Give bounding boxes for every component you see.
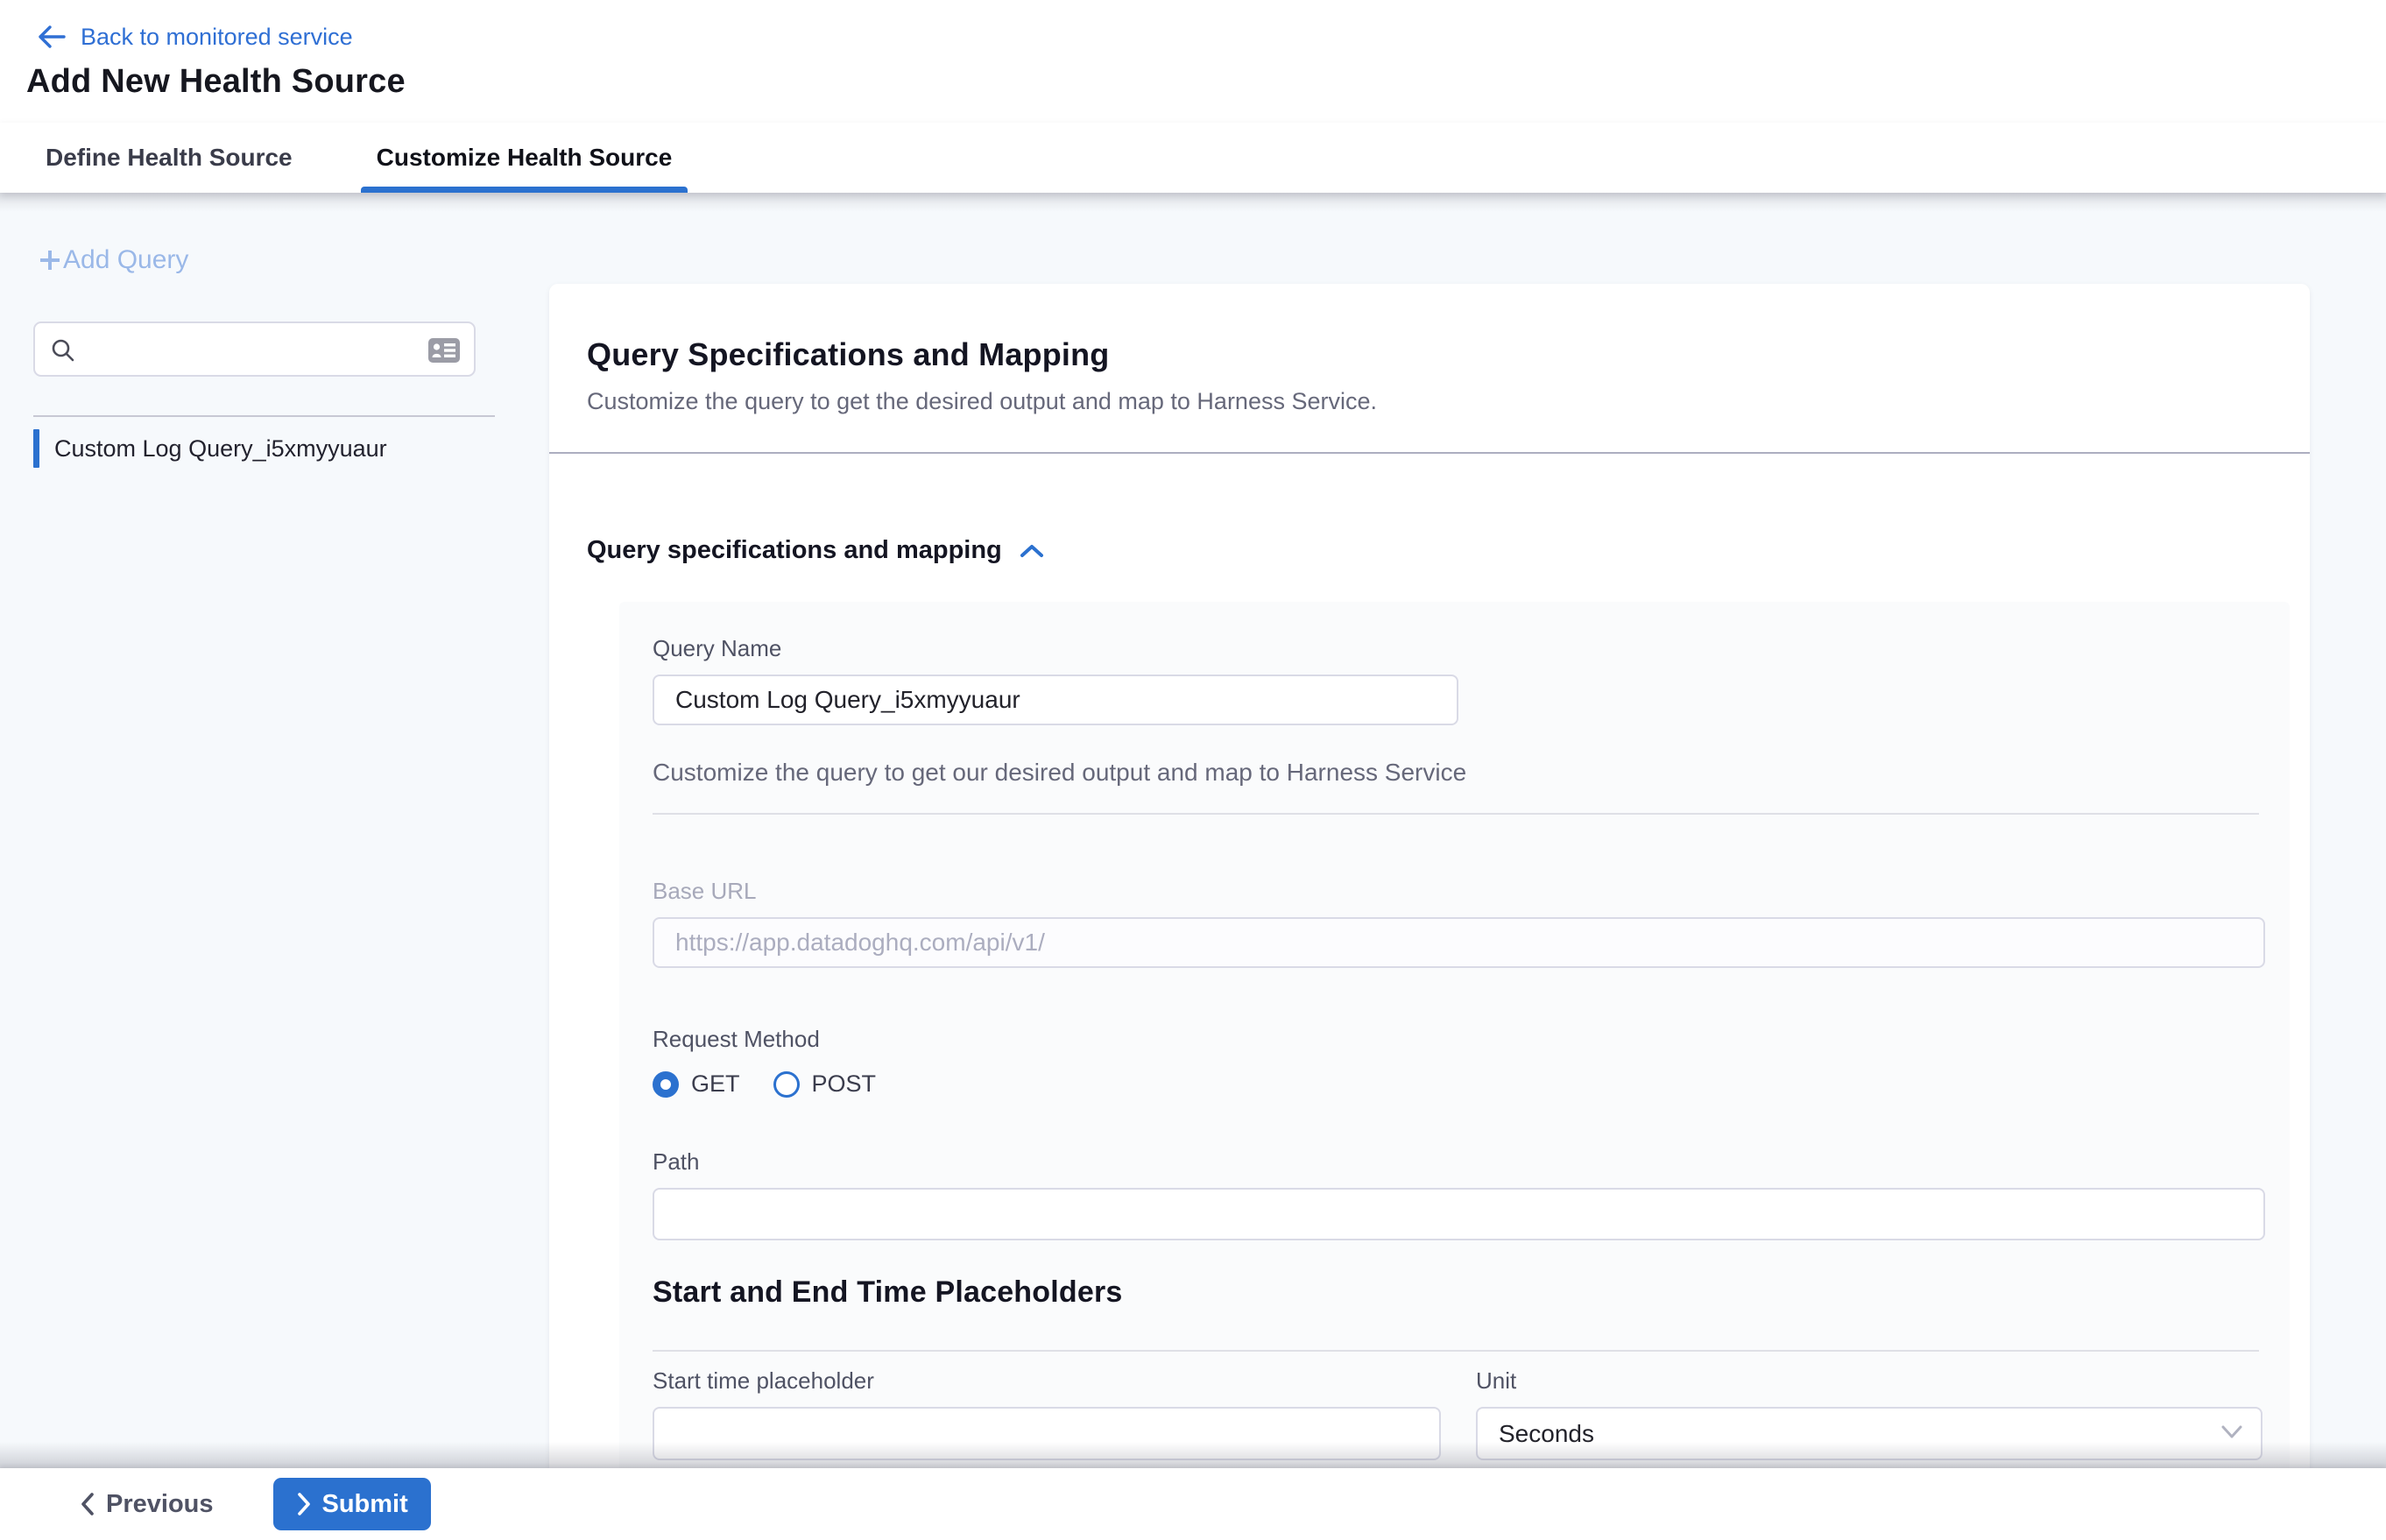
tab-customize-health-source[interactable]: Customize Health Source xyxy=(377,123,673,193)
card-title: Query Specifications and Mapping xyxy=(587,336,2310,373)
radio-get-label: GET xyxy=(691,1070,740,1098)
request-method-label: Request Method xyxy=(653,1026,2264,1053)
tab-define-health-source[interactable]: Define Health Source xyxy=(46,123,293,193)
request-method-options: GET POST xyxy=(653,1070,2264,1098)
add-health-source-screen: Back to monitored service Add New Health… xyxy=(0,0,2386,1540)
card-list-icon[interactable] xyxy=(427,337,461,368)
main-panel: Query Specifications and Mapping Customi… xyxy=(549,193,2386,1468)
query-spec-form: Query Name Customize the query to get ou… xyxy=(619,602,2290,1468)
query-item-label: Custom Log Query_i5xmyyuaur xyxy=(54,435,387,463)
form-divider xyxy=(653,1350,2259,1352)
radio-option-post[interactable]: POST xyxy=(773,1070,877,1098)
query-name-input[interactable] xyxy=(653,675,1458,725)
arrow-left-icon xyxy=(37,24,67,50)
placeholders-heading: Start and End Time Placeholders xyxy=(653,1275,2264,1310)
path-input[interactable] xyxy=(653,1188,2265,1240)
back-link-label: Back to monitored service xyxy=(81,24,353,51)
add-query-label: Add Query xyxy=(63,245,188,275)
previous-button[interactable]: Previous xyxy=(69,1478,224,1530)
query-search-box xyxy=(33,321,476,377)
back-link[interactable]: Back to monitored service xyxy=(37,18,353,56)
start-time-field: Start time placeholder xyxy=(653,1367,1441,1460)
card-body: Query specifications and mapping Query N… xyxy=(549,454,2310,1468)
page-title: Add New Health Source xyxy=(26,63,2386,101)
form-divider xyxy=(653,813,2259,815)
request-method-field: Request Method GET POST xyxy=(653,1026,2264,1098)
collapse-section-label: Query specifications and mapping xyxy=(587,536,1002,565)
radio-post-control[interactable] xyxy=(773,1071,800,1098)
add-query-button[interactable]: Add Query xyxy=(37,245,188,275)
collapse-toggle[interactable]: Query specifications and mapping xyxy=(587,536,1044,565)
submit-button-label: Submit xyxy=(322,1490,408,1519)
content-area: Add Query xyxy=(0,193,2386,1468)
previous-button-label: Previous xyxy=(106,1490,214,1519)
base-url-input xyxy=(653,917,2265,968)
plus-icon xyxy=(37,247,63,273)
sidebar-divider xyxy=(33,415,495,417)
card-subtitle: Customize the query to get the desired o… xyxy=(587,388,2310,415)
search-icon xyxy=(50,337,76,368)
unit-field: Unit Seconds xyxy=(1476,1367,2262,1460)
query-list-item[interactable]: Custom Log Query_i5xmyyuaur xyxy=(0,424,549,473)
base-url-field: Base URL xyxy=(653,878,2264,968)
query-sidebar: Add Query xyxy=(0,193,549,1468)
selected-indicator-bar xyxy=(33,429,39,468)
base-url-label: Base URL xyxy=(653,878,2264,905)
card-header: Query Specifications and Mapping Customi… xyxy=(549,284,2310,415)
unit-select[interactable]: Seconds xyxy=(1476,1407,2262,1460)
path-field: Path xyxy=(653,1148,2264,1240)
search-input[interactable] xyxy=(89,327,413,371)
query-spec-card: Query Specifications and Mapping Customi… xyxy=(549,284,2310,1468)
radio-get-control[interactable] xyxy=(653,1071,679,1098)
placeholders-row: Start time placeholder Unit Seconds xyxy=(653,1367,2264,1460)
start-time-input[interactable] xyxy=(653,1407,1441,1460)
footer-bar: Previous Submit xyxy=(0,1468,2386,1540)
start-time-label: Start time placeholder xyxy=(653,1367,1441,1395)
chevron-right-icon xyxy=(296,1492,312,1516)
query-name-helper: Customize the query to get our desired o… xyxy=(653,759,2264,787)
radio-option-get[interactable]: GET xyxy=(653,1070,740,1098)
unit-label: Unit xyxy=(1476,1367,2262,1395)
chevron-up-icon xyxy=(1020,543,1044,559)
chevron-left-icon xyxy=(80,1492,95,1516)
radio-post-label: POST xyxy=(812,1070,877,1098)
unit-select-value: Seconds xyxy=(1499,1420,1594,1448)
chevron-down-icon xyxy=(2220,1424,2243,1445)
tab-bar: Define Health Source Customize Health So… xyxy=(0,123,2386,193)
path-label: Path xyxy=(653,1148,2264,1176)
header: Back to monitored service Add New Health… xyxy=(0,0,2386,123)
submit-button[interactable]: Submit xyxy=(273,1478,431,1530)
query-name-label: Query Name xyxy=(653,635,2264,662)
